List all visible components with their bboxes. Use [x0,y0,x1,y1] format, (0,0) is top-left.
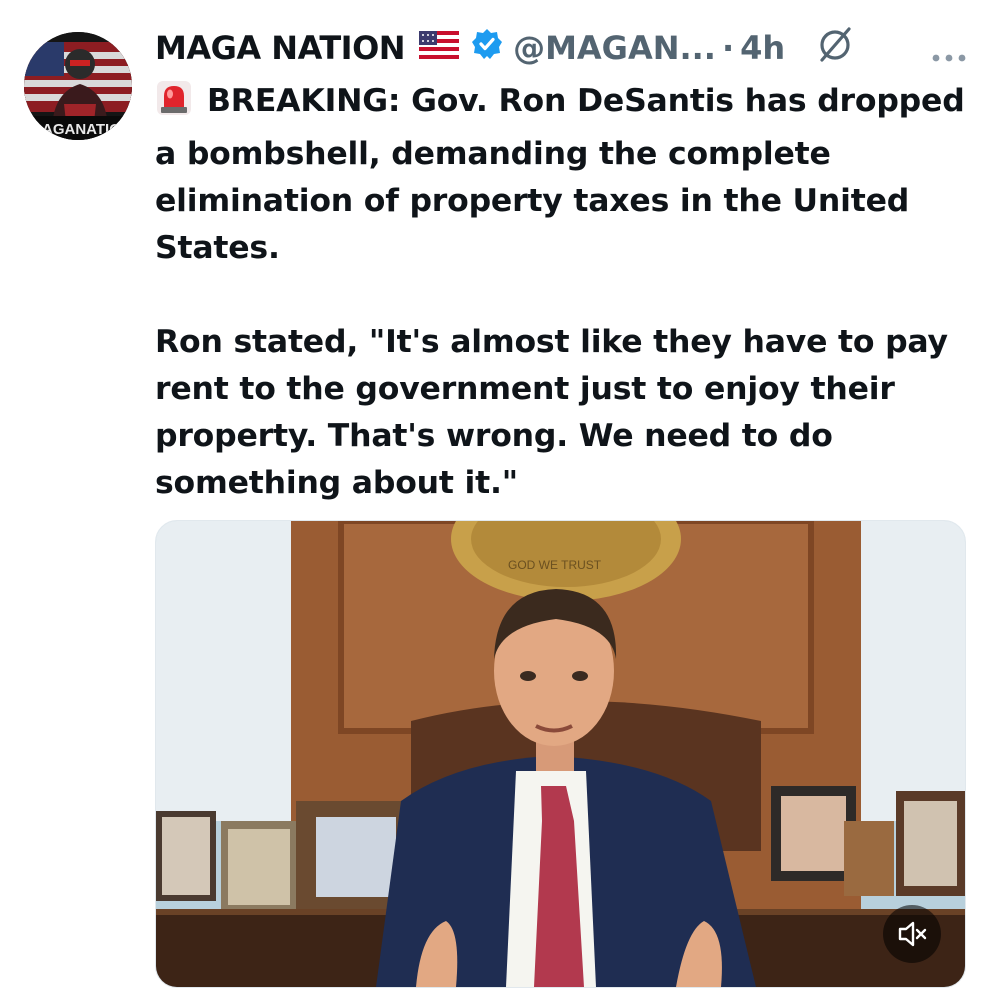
siren-icon [155,79,193,131]
post-body: BREAKING: Gov. Ron DeSantis has dropped … [155,78,975,507]
avatar-image: AGANATIO [24,32,132,140]
svg-text:AGANATIO: AGANATIO [42,121,121,138]
author-name[interactable]: MAGA NATION [155,29,406,67]
post-paragraph-2: Ron stated, "It's almost like they have … [155,324,948,501]
avatar[interactable]: AGANATIO [24,32,132,140]
us-flag-icon [419,29,460,67]
speaker-muted-icon [898,921,927,947]
meta-separator: · [721,29,735,67]
author-handle[interactable]: @MAGAN... [513,29,716,67]
post-header: MAGA NATION @MAGAN... · 4h [155,26,969,70]
verified-badge-icon [471,28,503,68]
video-frame: GOD WE TRUST [156,521,965,987]
grok-icon[interactable] [815,24,855,72]
paragraph-1-text: BREAKING: Gov. Ron DeSantis has dropped … [155,83,965,266]
post-timestamp[interactable]: 4h [740,29,785,67]
post-paragraph-1: BREAKING: Gov. Ron DeSantis has dropped … [155,78,975,272]
video-player[interactable]: GOD WE TRUST [155,520,966,988]
more-options-icon[interactable] [929,36,969,74]
mute-button[interactable] [883,905,941,963]
svg-text:GOD WE TRUST: GOD WE TRUST [508,558,602,572]
